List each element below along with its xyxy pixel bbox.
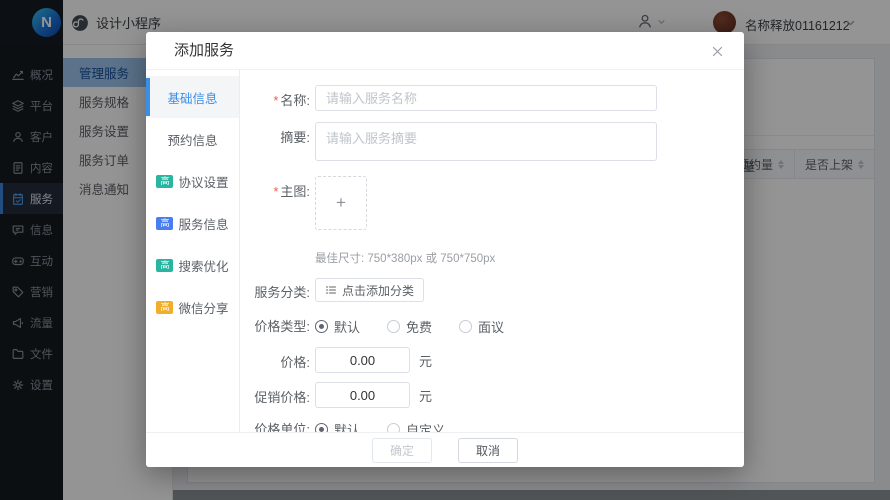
price-unit-label: 价格单位:: [254, 422, 310, 432]
tab-reservation-info[interactable]: 预约信息: [146, 118, 239, 160]
name-label: * 名称:: [273, 93, 310, 108]
radio-price-type-free[interactable]: 免费: [387, 317, 432, 336]
close-icon[interactable]: [708, 42, 726, 60]
premium-badge: 高: [156, 258, 174, 272]
add-service-modal: 添加服务 基础信息 预约信息 高 协议设置 高 服务信息 高 搜索优化 高 微信…: [146, 32, 744, 467]
size-hint: 最佳尺寸: 750*380px 或 750*750px: [315, 253, 496, 265]
modal-title: 添加服务: [174, 42, 235, 59]
radio-price-unit-custom[interactable]: 自定义: [387, 420, 445, 432]
confirm-button[interactable]: 确定: [372, 437, 432, 463]
price-input[interactable]: [315, 347, 410, 373]
form-row-category: 服务分类: 点击添加分类: [240, 278, 744, 302]
modal-body: 基础信息 预约信息 高 协议设置 高 服务信息 高 搜索优化 高 微信分享 * …: [146, 70, 744, 432]
radio-dot-icon: [315, 423, 328, 432]
category-label: 服务分类:: [254, 285, 310, 300]
form-row-main-image: * 主图: +: [240, 176, 744, 230]
main-image-label: * 主图:: [273, 184, 310, 199]
list-icon: [325, 284, 337, 296]
app-root: N 设计小程序 名称释放01161212 概况 平台 客户 内容 服务 信息 互…: [0, 0, 890, 500]
price-type-label: 价格类型:: [254, 319, 310, 334]
cancel-button[interactable]: 取消: [458, 437, 518, 463]
premium-badge: 高: [156, 216, 174, 230]
radio-price-type-default[interactable]: 默认: [315, 317, 360, 336]
premium-badge: 高: [156, 174, 174, 188]
form-row-price-unit: 价格单位: 默认 自定义: [240, 417, 744, 432]
radio-dot-icon: [459, 320, 473, 333]
add-category-button[interactable]: 点击添加分类: [315, 278, 425, 302]
tab-wechat-share[interactable]: 高 微信分享: [146, 286, 239, 328]
form-row-summary: 摘要:: [240, 122, 744, 161]
form-row-promo-price: 促销价格: 元: [240, 382, 744, 408]
form-row-name: * 名称:: [240, 85, 744, 111]
promo-price-label: 促销价格:: [254, 390, 310, 405]
price-unit-suffix: 元: [419, 353, 433, 369]
tab-search-optimization[interactable]: 高 搜索优化: [146, 244, 239, 286]
promo-price-input[interactable]: [315, 382, 410, 408]
radio-price-unit-default[interactable]: 默认: [315, 420, 360, 432]
price-label: 价格:: [280, 355, 310, 370]
form-row-price: 价格: 元: [240, 347, 744, 373]
basic-info-form: *名称: 摘要: *主图: + 最佳尺寸: 750*380px 或 750*75…: [240, 70, 744, 432]
plus-icon: +: [336, 193, 346, 212]
radio-price-type-negotiable[interactable]: 面议: [459, 317, 504, 336]
modal-footer: 确定 取消: [146, 432, 744, 467]
tab-service-info[interactable]: 高 服务信息: [146, 202, 239, 244]
name-input[interactable]: [315, 85, 657, 111]
summary-textarea[interactable]: [315, 122, 657, 161]
promo-price-unit-suffix: 元: [419, 388, 433, 404]
image-upload-box[interactable]: +: [315, 176, 367, 230]
tab-agreement-settings[interactable]: 高 协议设置: [146, 160, 239, 202]
radio-dot-icon: [387, 423, 401, 432]
modal-header: 添加服务: [146, 32, 744, 70]
premium-badge: 高: [156, 300, 174, 314]
radio-dot-icon: [387, 320, 401, 333]
form-row-price-type: 价格类型: 默认 免费 面议: [240, 314, 744, 336]
radio-dot-icon: [315, 320, 328, 333]
form-row-size-hint: 最佳尺寸: 750*380px 或 750*750px: [240, 250, 744, 266]
tab-basic-info[interactable]: 基础信息: [146, 76, 239, 118]
modal-tab-list: 基础信息 预约信息 高 协议设置 高 服务信息 高 搜索优化 高 微信分享: [146, 70, 240, 432]
summary-label: 摘要:: [280, 130, 310, 145]
